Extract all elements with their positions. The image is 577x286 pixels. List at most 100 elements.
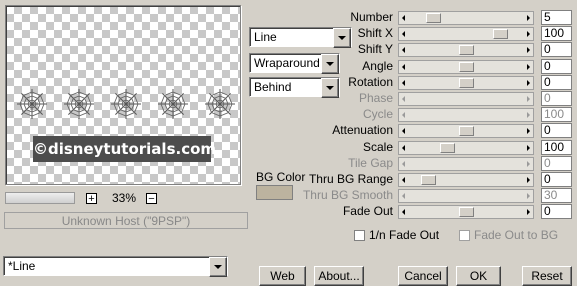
arrow-left-icon (402, 112, 405, 118)
slider-thumb[interactable] (459, 207, 474, 217)
param-value-angle[interactable]: 0 (541, 59, 572, 74)
spider-web-icon (17, 89, 47, 119)
param-slider-angle[interactable] (398, 60, 534, 74)
arrow-left-icon[interactable] (402, 145, 405, 151)
arrow-left-icon[interactable] (402, 177, 405, 183)
slider-thumb[interactable] (493, 29, 508, 39)
param-value-phase[interactable]: 0 (541, 91, 572, 106)
param-label-cycle: Cycle (362, 107, 393, 121)
param-label-shift-x: Shift X (357, 26, 393, 40)
param-value-shift-y[interactable]: 0 (541, 42, 572, 57)
param-value-thru-bg-range[interactable]: 0 (541, 172, 572, 187)
param-label-thru-bg-smooth: Thru BG Smooth (302, 188, 393, 202)
chevron-down-icon[interactable] (321, 78, 339, 98)
zoom-slider[interactable] (5, 192, 75, 204)
arrow-right-icon[interactable] (527, 15, 530, 21)
arrow-left-icon[interactable] (402, 128, 405, 134)
arrow-left-icon[interactable] (402, 47, 405, 53)
reset-button[interactable]: Reset (522, 266, 572, 286)
fade-in-checkbox[interactable] (354, 230, 365, 241)
param-slider-rotation[interactable] (398, 76, 534, 90)
bgcolor-label: BG Color (256, 170, 306, 184)
zoom-in-button[interactable]: + (86, 193, 97, 205)
slider-thumb[interactable] (440, 143, 455, 153)
spider-web-icon (64, 89, 94, 119)
param-slider-number[interactable] (398, 11, 534, 25)
zoom-level: 33% (112, 191, 137, 205)
param-value-shift-x[interactable]: 100 (541, 26, 572, 41)
preset-select[interactable]: *Line (3, 256, 228, 277)
param-value-rotation[interactable]: 0 (541, 75, 572, 90)
bgcolor-swatch[interactable] (256, 185, 293, 200)
param-label-number: Number (350, 10, 393, 24)
fade-in-label: 1/n Fade Out (369, 228, 440, 242)
param-label-thru-bg-range: Thru BG Range (308, 172, 393, 186)
arrow-right-icon[interactable] (527, 128, 530, 134)
param-slider-phase (398, 92, 534, 106)
param-label-scale: Scale (362, 140, 393, 154)
type-select-value: Line (254, 30, 277, 44)
spider-web-icon (111, 89, 141, 119)
param-label-attenuation: Attenuation (332, 123, 393, 137)
param-value-thru-bg-smooth[interactable]: 30 (541, 188, 572, 203)
spider-web-icon (205, 89, 235, 119)
param-value-cycle[interactable]: 100 (541, 107, 572, 122)
param-label-shift-y: Shift Y (357, 42, 393, 56)
arrow-left-icon (402, 193, 405, 199)
preset-select-value: *Line (8, 259, 36, 273)
param-slider-scale[interactable] (398, 141, 534, 155)
order-select[interactable]: Behind (249, 77, 340, 98)
zoom-out-button[interactable]: − (146, 193, 157, 205)
param-slider-shift-y[interactable] (398, 43, 534, 57)
chevron-down-icon[interactable] (333, 28, 351, 48)
arrow-right-icon[interactable] (527, 64, 530, 70)
arrow-left-icon[interactable] (402, 209, 405, 215)
web-button[interactable]: Web (259, 266, 306, 286)
edge-select[interactable]: Wraparound (249, 53, 340, 74)
chevron-down-icon[interactable] (321, 54, 339, 74)
slider-thumb[interactable] (459, 62, 474, 72)
fade-to-bg-checkbox[interactable] (459, 230, 470, 241)
about-button[interactable]: About... (314, 266, 364, 286)
spider-web-icon (158, 89, 188, 119)
slider-thumb[interactable] (459, 45, 474, 55)
watermark: ©disneytutorials.com (33, 136, 216, 162)
status-text: Unknown Host ("9PSP") (4, 212, 248, 229)
param-value-attenuation[interactable]: 0 (541, 123, 572, 138)
arrow-right-icon (527, 112, 530, 118)
arrow-right-icon[interactable] (527, 209, 530, 215)
preview-canvas[interactable]: ©disneytutorials.com (5, 5, 241, 185)
type-select[interactable]: Line (249, 27, 352, 48)
arrow-left-icon[interactable] (402, 80, 405, 86)
chevron-down-icon[interactable] (209, 257, 227, 277)
fade-to-bg-label: Fade Out to BG (474, 228, 559, 242)
param-value-number[interactable]: 5 (541, 10, 572, 25)
param-slider-thru-bg-range[interactable] (398, 173, 534, 187)
cancel-button[interactable]: Cancel (398, 266, 448, 286)
param-value-fade-out[interactable]: 0 (541, 204, 572, 219)
param-slider-fade-out[interactable] (398, 205, 534, 219)
slider-thumb[interactable] (421, 175, 436, 185)
param-slider-tile-gap (398, 157, 534, 171)
arrow-left-icon[interactable] (402, 64, 405, 70)
param-slider-attenuation[interactable] (398, 124, 534, 138)
slider-thumb[interactable] (459, 78, 474, 88)
param-slider-shift-x[interactable] (398, 27, 534, 41)
arrow-left-icon (402, 96, 405, 102)
arrow-right-icon[interactable] (527, 47, 530, 53)
arrow-right-icon[interactable] (527, 80, 530, 86)
arrow-right-icon[interactable] (527, 145, 530, 151)
arrow-right-icon (527, 193, 530, 199)
arrow-right-icon[interactable] (527, 177, 530, 183)
param-value-scale[interactable]: 100 (541, 140, 572, 155)
param-label-phase: Phase (358, 91, 393, 105)
arrow-right-icon[interactable] (527, 31, 530, 37)
arrow-left-icon[interactable] (402, 15, 405, 21)
ok-button[interactable]: OK (456, 266, 501, 286)
slider-thumb[interactable] (459, 126, 474, 136)
arrow-left-icon[interactable] (402, 31, 405, 37)
param-value-tile-gap[interactable]: 0 (541, 156, 572, 171)
param-slider-thru-bg-smooth (398, 189, 534, 203)
param-label-fade-out: Fade Out (342, 204, 393, 218)
slider-thumb[interactable] (426, 13, 441, 23)
